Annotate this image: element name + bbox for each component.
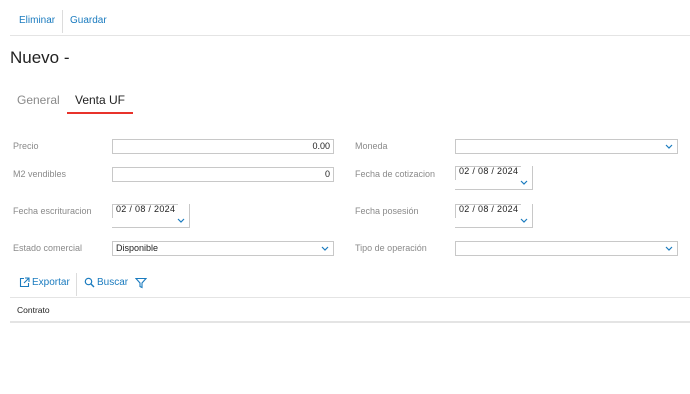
filter-icon [135, 277, 147, 289]
export-icon [19, 277, 30, 288]
filter-button[interactable] [135, 276, 149, 292]
m2-vendibles-label: M2 vendibles [13, 169, 67, 179]
chevron-down-icon [520, 180, 528, 185]
column-header-contrato[interactable]: Contrato [17, 305, 50, 315]
grid-header: Contrato [10, 299, 690, 323]
top-toolbar: Eliminar Guardar [10, 9, 690, 36]
fecha-escrituracion-label: Fecha escrituracion [13, 206, 92, 216]
tipo-operacion-select[interactable] [455, 241, 678, 256]
tipo-operacion-label: Tipo de operación [355, 243, 427, 253]
fecha-posesion-date[interactable]: 02 / 08 / 2024 [455, 204, 533, 228]
fecha-escrituracion-date[interactable]: 02 / 08 / 2024 [112, 204, 190, 228]
moneda-select[interactable] [455, 139, 678, 154]
tab-venta-uf[interactable]: Venta UF [67, 92, 133, 114]
fecha-cotizacion-value: 02 / 08 / 2024 [459, 166, 519, 176]
toolbar-divider [62, 10, 63, 33]
search-icon [84, 277, 95, 288]
precio-label: Precio [13, 141, 39, 151]
chevron-down-icon [520, 218, 528, 223]
chevron-down-icon [665, 144, 673, 149]
grid-toolbar-divider [76, 273, 77, 296]
fecha-escrituracion-value: 02 / 08 / 2024 [116, 204, 176, 214]
search-label: Buscar [97, 277, 129, 288]
search-button[interactable]: Buscar [84, 276, 130, 292]
chevron-down-icon [177, 218, 185, 223]
fecha-cotizacion-label: Fecha de cotizacion [355, 169, 436, 179]
estado-comercial-label: Estado comercial [13, 243, 83, 253]
estado-comercial-value: Disponible [116, 243, 159, 253]
export-button[interactable]: Exportar [19, 276, 74, 292]
chevron-down-icon [665, 246, 673, 251]
grid-toolbar: Exportar Buscar [10, 271, 690, 298]
estado-comercial-select[interactable]: Disponible [112, 241, 334, 256]
fecha-posesion-label: Fecha posesión [355, 206, 419, 216]
precio-input[interactable]: 0.00 [112, 139, 334, 154]
tab-general[interactable]: General [17, 92, 60, 114]
fecha-posesion-value: 02 / 08 / 2024 [459, 204, 519, 214]
m2-vendibles-input[interactable]: 0 [112, 167, 334, 182]
delete-button[interactable]: Eliminar [19, 11, 55, 33]
fecha-cotizacion-date[interactable]: 02 / 08 / 2024 [455, 166, 533, 190]
chevron-down-icon [321, 246, 329, 251]
moneda-label: Moneda [355, 141, 388, 151]
save-button[interactable]: Guardar [70, 11, 107, 33]
export-label: Exportar [32, 277, 70, 288]
page-title: Nuevo - [10, 48, 70, 67]
